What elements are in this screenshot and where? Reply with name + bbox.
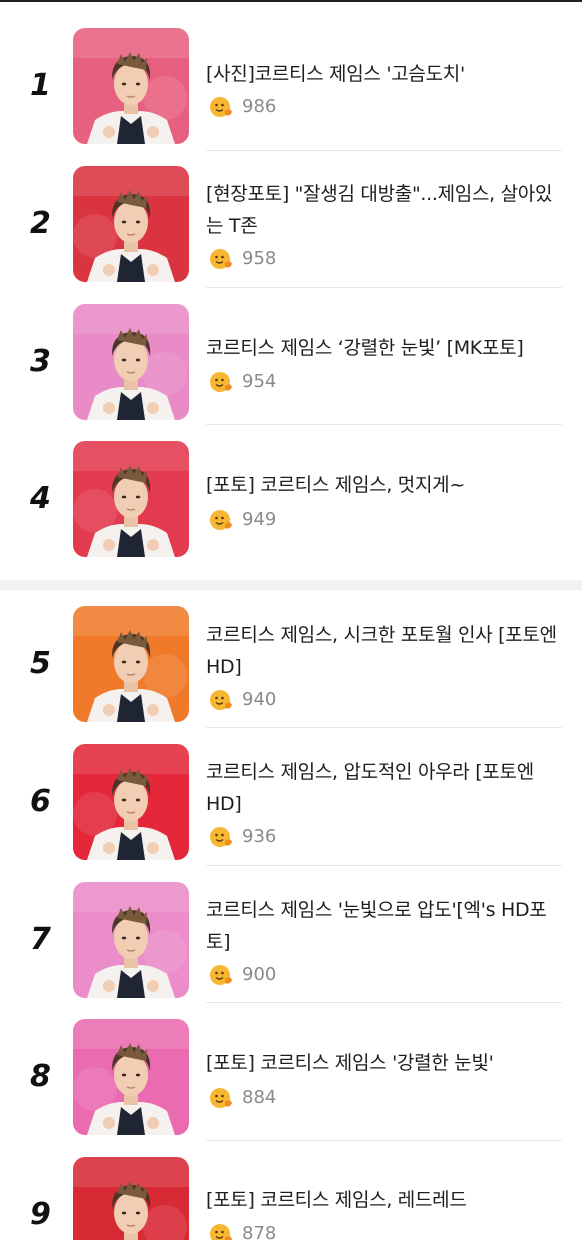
article-title[interactable]: 코르티스 제임스 ‘강렬한 눈빛’ [MK포토] [206,332,558,364]
smile-emoji-icon [208,1084,234,1110]
reaction-count: 940 [208,685,276,713]
row-divider [206,1002,562,1003]
smile-emoji-icon [208,686,234,712]
photo-illustration [73,1019,189,1135]
photo-illustration [73,882,189,998]
article-title[interactable]: 코르티스 제임스, 시크한 포토월 인사 [포토엔HD] [206,619,558,683]
rank-number: 1 [30,68,51,103]
article-title[interactable]: [포토] 코르티스 제임스, 레드레드 [206,1184,558,1216]
article-title[interactable]: [포토] 코르티스 제임스, 멋지게~ [206,469,558,501]
row-divider [206,287,562,288]
reaction-count: 936 [208,822,276,850]
rank-number: 3 [30,344,51,379]
rank-number: 9 [30,1197,51,1232]
smile-emoji-icon [208,368,234,394]
top-border [0,0,582,2]
photo-illustration [73,1157,189,1240]
reaction-count: 958 [208,244,276,272]
article-thumbnail[interactable] [73,28,189,144]
smile-emoji-icon [208,506,234,532]
article-thumbnail[interactable] [73,744,189,860]
reaction-count: 900 [208,960,276,988]
article-thumbnail[interactable] [73,304,189,420]
article-thumbnail[interactable] [73,1019,189,1135]
row-divider [206,865,562,866]
article-thumbnail[interactable] [73,606,189,722]
photo-illustration [73,28,189,144]
photo-illustration [73,304,189,420]
reaction-count-value: 986 [242,95,277,117]
rank-number: 6 [30,784,51,819]
row-divider [206,424,562,425]
row-divider [206,727,562,728]
article-title[interactable]: 코르티스 제임스 '눈빛으로 압도'[엑's HD포토] [206,894,558,958]
rank-number: 4 [30,481,51,516]
row-divider [206,1140,562,1141]
photo-illustration [73,441,189,557]
article-title[interactable]: [현장포토] "잘생김 대방출"...제임스, 살아있는 T존 [206,178,558,242]
reaction-count-value: 900 [242,963,277,985]
reaction-count: 884 [208,1083,276,1111]
row-divider [206,150,562,151]
reaction-count: 986 [208,92,276,120]
reaction-count-value: 958 [242,247,277,269]
photo-illustration [73,606,189,722]
reaction-count-value: 878 [242,1222,277,1240]
photo-illustration [73,744,189,860]
article-thumbnail[interactable] [73,166,189,282]
article-title[interactable]: 코르티스 제임스, 압도적인 아우라 [포토엔HD] [206,756,558,820]
smile-emoji-icon [208,961,234,987]
rank-number: 8 [30,1059,51,1094]
rank-number: 7 [30,922,51,957]
smile-emoji-icon [208,245,234,271]
article-thumbnail[interactable] [73,882,189,998]
reaction-count-value: 884 [242,1086,277,1108]
photo-illustration [73,166,189,282]
smile-emoji-icon [208,93,234,119]
reaction-count-value: 949 [242,508,277,530]
article-title[interactable]: [사진]코르티스 제임스 '고슴도치' [206,58,558,90]
article-thumbnail[interactable] [73,1157,189,1240]
reaction-count: 878 [208,1219,276,1240]
rank-number: 5 [30,646,51,681]
reaction-count-value: 936 [242,825,277,847]
smile-emoji-icon [208,1220,234,1240]
reaction-count-value: 954 [242,370,277,392]
article-thumbnail[interactable] [73,441,189,557]
article-title[interactable]: [포토] 코르티스 제임스 '강렬한 눈빛' [206,1047,558,1079]
smile-emoji-icon [208,823,234,849]
rank-number: 2 [30,206,51,241]
section-separator [0,580,582,590]
reaction-count: 949 [208,505,276,533]
reaction-count-value: 940 [242,688,277,710]
reaction-count: 954 [208,367,276,395]
